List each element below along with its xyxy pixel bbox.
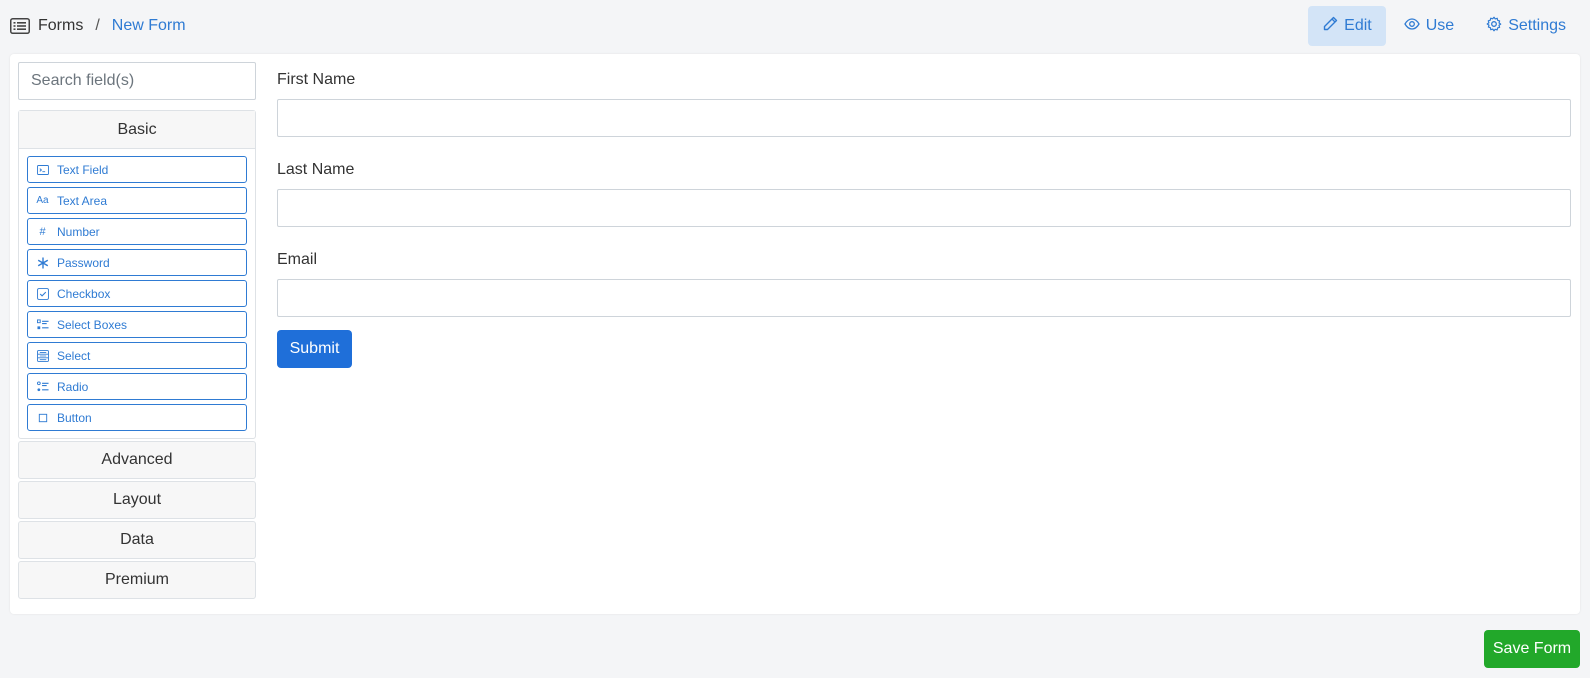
use-label: Use: [1425, 17, 1455, 34]
component-label: Select: [57, 348, 91, 363]
terminal-icon: [36, 163, 49, 176]
form-canvas: First Name Last Name Email: [277, 68, 1571, 338]
email-label: Email: [277, 251, 318, 268]
text-field-component[interactable]: Text Field: [27, 156, 247, 183]
settings-button[interactable]: Settings: [1472, 6, 1580, 46]
component-label: Select Boxes: [57, 317, 128, 332]
password-component[interactable]: Password: [27, 249, 247, 276]
settings-label: Settings: [1508, 17, 1566, 34]
component-label: Radio: [57, 379, 89, 394]
select-boxes-component[interactable]: Select Boxes: [27, 311, 247, 338]
number-component[interactable]: # Number: [27, 218, 247, 245]
hash-icon: #: [39, 225, 46, 238]
th-list-icon: [36, 349, 49, 362]
list-icon: [10, 18, 30, 34]
list-ul-icon: [36, 318, 49, 331]
breadcrumb-current: New Form: [111, 17, 186, 34]
dot-circle-icon: [36, 380, 49, 393]
top-bar: Forms / New Form Edit Use Settings: [0, 0, 1590, 52]
first-name-group: First Name: [277, 68, 1571, 137]
first-name-label: First Name: [277, 71, 356, 88]
component-label: Checkbox: [57, 286, 111, 301]
font-icon: Aa: [36, 195, 49, 206]
advanced-group-header[interactable]: Advanced: [18, 441, 256, 479]
email-field[interactable]: [277, 279, 1571, 317]
email-group: Email: [277, 248, 1571, 317]
form-builder-panel: Basic Text Field Aa Text Area # Number: [10, 54, 1580, 614]
breadcrumb-forms-link[interactable]: Forms: [38, 17, 83, 35]
submit-button[interactable]: Submit: [277, 330, 352, 368]
gear-icon: [1486, 16, 1502, 37]
component-sidebar: Basic Text Field Aa Text Area # Number: [18, 62, 256, 599]
use-button[interactable]: Use: [1390, 6, 1468, 46]
asterisk-icon: [36, 256, 49, 269]
radio-component[interactable]: Radio: [27, 373, 247, 400]
breadcrumb-separator: /: [95, 17, 100, 34]
last-name-group: Last Name: [277, 158, 1571, 227]
checkbox-component[interactable]: Checkbox: [27, 280, 247, 307]
select-component[interactable]: Select: [27, 342, 247, 369]
check-square-icon: [36, 287, 49, 300]
first-name-field[interactable]: [277, 99, 1571, 137]
layout-group-header[interactable]: Layout: [18, 481, 256, 519]
component-label: Number: [57, 224, 100, 239]
pencil-icon: [1322, 16, 1338, 37]
premium-group-header[interactable]: Premium: [18, 561, 256, 599]
last-name-field[interactable]: [277, 189, 1571, 227]
component-label: Button: [57, 410, 92, 425]
edit-button[interactable]: Edit: [1308, 6, 1386, 46]
basic-group: Basic Text Field Aa Text Area # Number P…: [18, 110, 256, 439]
component-label: Text Field: [57, 162, 109, 177]
button-component[interactable]: Button: [27, 404, 247, 431]
eye-icon: [1403, 16, 1420, 37]
component-label: Text Area: [57, 193, 108, 208]
search-fields-input[interactable]: [18, 62, 256, 100]
stop-icon: [36, 411, 49, 424]
data-group-header[interactable]: Data: [18, 521, 256, 559]
basic-group-header[interactable]: Basic: [19, 111, 255, 149]
basic-group-body: Text Field Aa Text Area # Number Passwor…: [19, 149, 255, 438]
last-name-label: Last Name: [277, 161, 355, 178]
mode-tabs: Edit Use Settings: [1308, 6, 1580, 46]
save-form-button[interactable]: Save Form: [1484, 630, 1580, 668]
component-label: Password: [57, 255, 110, 270]
breadcrumb: Forms / New Form: [10, 14, 186, 38]
text-area-component[interactable]: Aa Text Area: [27, 187, 247, 214]
edit-label: Edit: [1344, 17, 1372, 34]
